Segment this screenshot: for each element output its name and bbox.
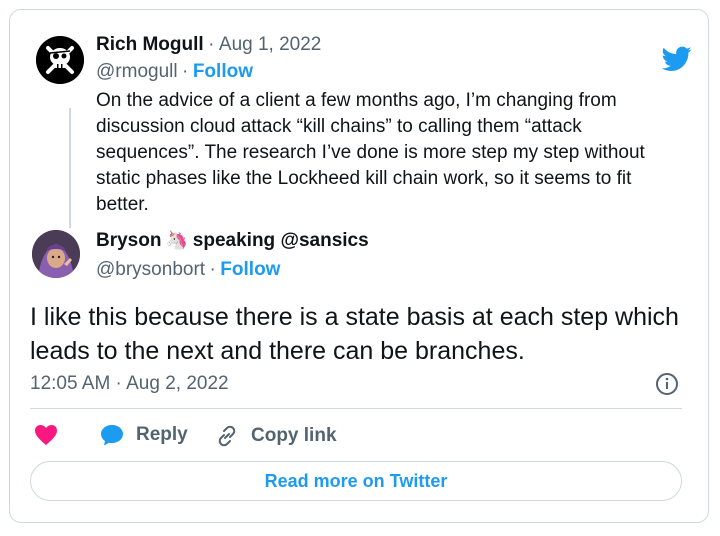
read-more-button[interactable]: Read more on Twitter: [30, 461, 682, 501]
tweet-timestamp[interactable]: 12:05 AM · Aug 2, 2022: [30, 373, 229, 395]
main-author-name[interactable]: Bryson: [96, 230, 161, 251]
reply-bubble-icon: [101, 425, 123, 446]
main-tweet-header: Bryson 🦄 speaking @sansics: [96, 230, 369, 252]
follow-button-quoted[interactable]: Follow: [193, 61, 253, 82]
tweet-card: Rich Mogull · Aug 1, 2022 @rmogull · Fol…: [9, 9, 709, 523]
reply-button[interactable]: Reply: [100, 424, 188, 446]
reply-label: Reply: [136, 424, 188, 445]
twitter-logo-icon[interactable]: [662, 46, 692, 72]
avatar-rich-mogull[interactable]: [36, 36, 84, 84]
copy-link-button[interactable]: Copy link: [215, 424, 337, 448]
copy-link-label: Copy link: [251, 425, 337, 446]
info-icon[interactable]: [655, 372, 679, 396]
thread-connector-line: [69, 108, 71, 228]
profile-photo-icon: [32, 230, 80, 278]
main-author-name-suffix[interactable]: speaking @sansics: [193, 230, 369, 251]
handle-separator: ·: [182, 61, 189, 82]
main-handle-row: @brysonbort · Follow: [96, 259, 280, 281]
follow-button-main[interactable]: Follow: [220, 259, 280, 280]
pirate-skull-icon: [36, 36, 84, 84]
quoted-tweet-date[interactable]: Aug 1, 2022: [219, 34, 321, 55]
avatar-bryson[interactable]: [32, 230, 80, 278]
handle-separator-main: ·: [209, 259, 216, 280]
quoted-tweet-header: Rich Mogull · Aug 1, 2022: [96, 34, 321, 56]
quoted-author-name[interactable]: Rich Mogull: [96, 34, 204, 55]
quoted-author-handle[interactable]: @rmogull: [96, 61, 178, 82]
quoted-tweet-text: On the advice of a client a few months a…: [96, 90, 645, 215]
main-author-handle[interactable]: @brysonbort: [96, 259, 205, 280]
quoted-handle-row: @rmogull · Follow: [96, 61, 253, 83]
divider: [30, 408, 682, 409]
unicorn-emoji-icon: 🦄: [165, 230, 189, 250]
like-button[interactable]: [34, 424, 70, 446]
link-icon: [218, 425, 236, 447]
header-separator: ·: [208, 34, 215, 55]
main-tweet-text: I like this because there is a state bas…: [30, 303, 679, 365]
heart-icon: [35, 425, 57, 445]
